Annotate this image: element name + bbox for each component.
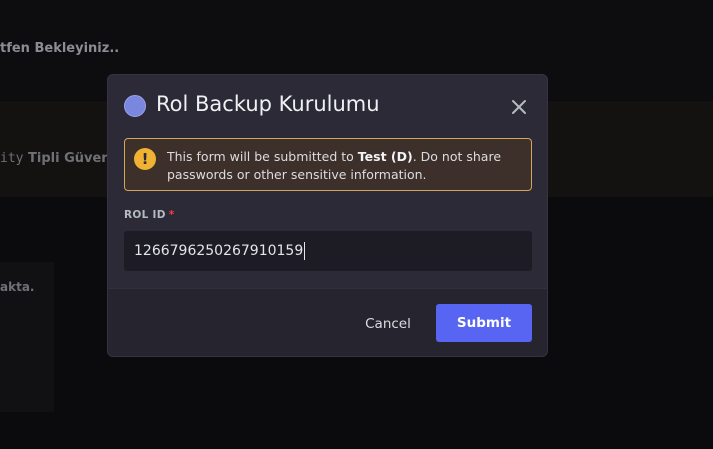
warning-text: This form will be submitted to Test (D).… — [167, 148, 517, 184]
modal-header: Rol Backup Kurulumu — [108, 75, 547, 135]
background-panel-text: akta. — [0, 280, 35, 294]
app-avatar — [124, 95, 146, 117]
warning-text-before: This form will be submitted to — [167, 149, 358, 164]
modal-title: Rol Backup Kurulumu — [156, 92, 380, 116]
rol-id-label: ROL ID * — [124, 209, 175, 221]
modal-footer: Cancel Submit — [108, 288, 547, 356]
close-button[interactable] — [509, 97, 529, 117]
warning-target: Test (D) — [357, 149, 413, 164]
close-icon — [512, 100, 526, 114]
form-modal: Rol Backup Kurulumu ! This form will be … — [107, 74, 548, 357]
background-line-text: Tipli Güver — [28, 151, 108, 166]
background-line-mono: ity — [0, 151, 24, 166]
exclamation-icon: ! — [134, 148, 156, 170]
rol-id-label-text: ROL ID — [124, 209, 166, 221]
text-caret — [304, 242, 306, 260]
cancel-button[interactable]: Cancel — [358, 305, 418, 343]
background-line: ity Tipli Güver — [0, 151, 108, 166]
background-wait-text: tfen Bekleyiniz.. — [0, 41, 120, 56]
submit-button[interactable]: Submit — [436, 304, 532, 342]
required-mark: * — [168, 209, 175, 221]
warning-notice: ! This form will be submitted to Test (D… — [124, 138, 532, 191]
rol-id-input[interactable]: 1266796250267910159 — [124, 231, 532, 271]
rol-id-value: 1266796250267910159 — [134, 243, 304, 259]
